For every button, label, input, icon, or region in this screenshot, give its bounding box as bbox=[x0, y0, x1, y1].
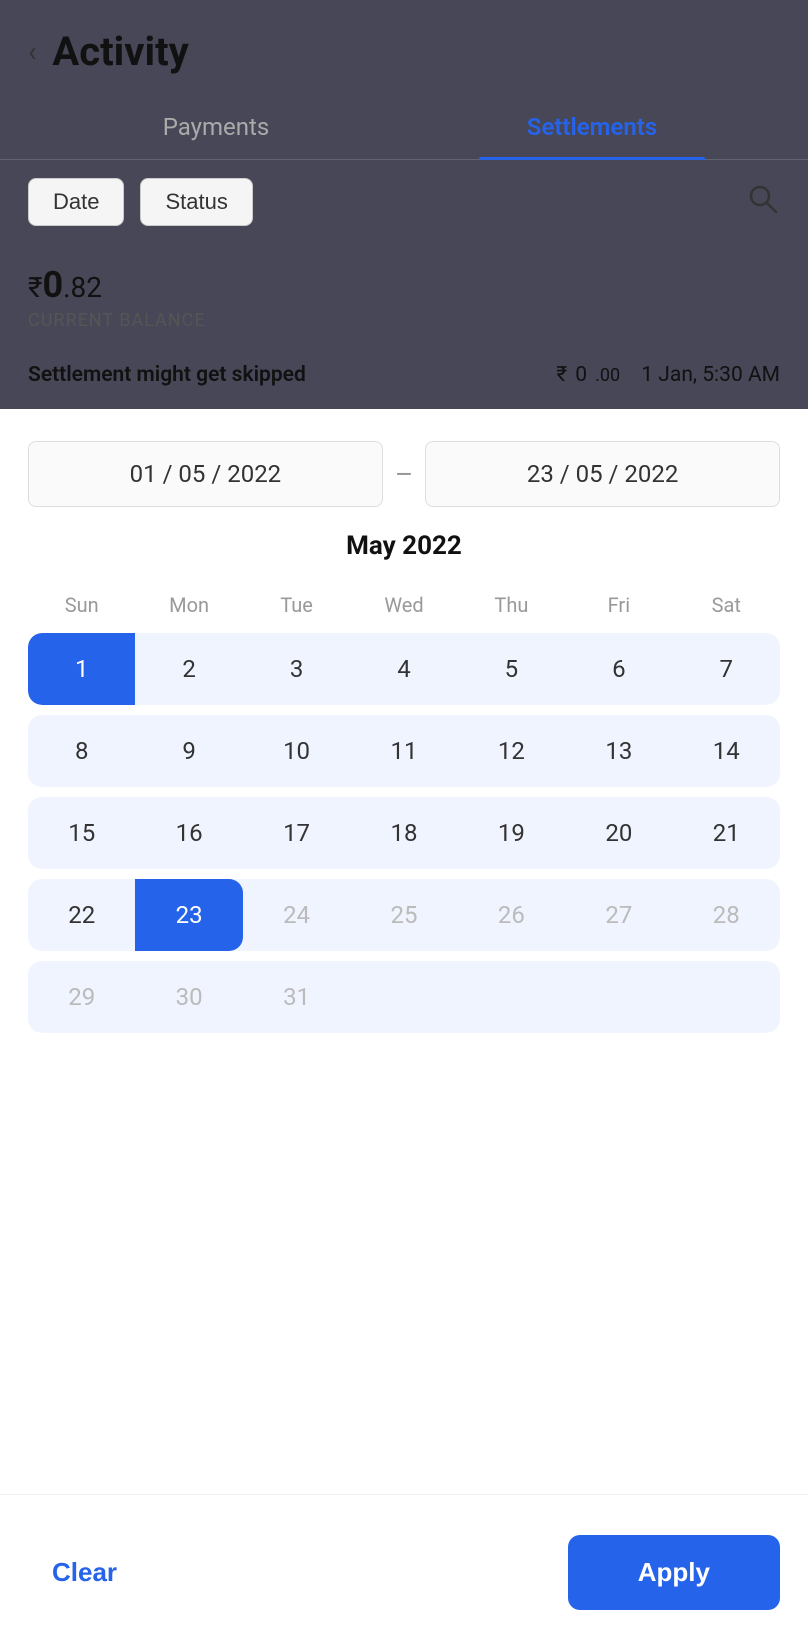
calendar-day-20[interactable]: 20 bbox=[565, 797, 672, 869]
day-header-sat: Sat bbox=[673, 585, 780, 625]
calendar-day-9[interactable]: 9 bbox=[135, 715, 242, 787]
date-separator: – bbox=[395, 458, 413, 491]
calendar-week-4: 22232425262728 bbox=[28, 879, 780, 951]
tab-settlements[interactable]: Settlements bbox=[404, 95, 780, 159]
clear-button[interactable]: Clear bbox=[28, 1541, 141, 1604]
calendar-day-15[interactable]: 15 bbox=[28, 797, 135, 869]
calendar-day-7[interactable]: 7 bbox=[673, 633, 780, 705]
settlement-row: Settlement might get skipped ₹0.00 1 Jan… bbox=[0, 349, 808, 409]
calendar-grid: Sun Mon Tue Wed Thu Fri Sat 123456789101… bbox=[28, 585, 780, 1033]
page-title: Activity bbox=[52, 28, 188, 75]
calendar-day-5[interactable]: 5 bbox=[458, 633, 565, 705]
footer-actions: Clear Apply bbox=[0, 1494, 808, 1642]
calendar-day-26[interactable]: 26 bbox=[458, 879, 565, 951]
calendar-day-28[interactable]: 28 bbox=[673, 879, 780, 951]
settlement-amount: ₹0.00 1 Jan, 5:30 AM bbox=[556, 363, 780, 387]
day-header-mon: Mon bbox=[135, 585, 242, 625]
calendar-day-empty bbox=[458, 961, 565, 1033]
calendar-week-3: 15161718192021 bbox=[28, 797, 780, 869]
day-header-fri: Fri bbox=[565, 585, 672, 625]
balance-amount: ₹0.82 bbox=[28, 264, 780, 306]
calendar-week-2: 891011121314 bbox=[28, 715, 780, 787]
calendar-day-2[interactable]: 2 bbox=[135, 633, 242, 705]
calendar-day-10[interactable]: 10 bbox=[243, 715, 350, 787]
calendar-week-5: 293031 bbox=[28, 961, 780, 1033]
tab-payments[interactable]: Payments bbox=[28, 95, 404, 159]
calendar-day-12[interactable]: 12 bbox=[458, 715, 565, 787]
search-icon[interactable] bbox=[744, 180, 780, 224]
calendar-day-14[interactable]: 14 bbox=[673, 715, 780, 787]
status-filter-button[interactable]: Status bbox=[140, 178, 252, 226]
day-header-thu: Thu bbox=[458, 585, 565, 625]
tab-bar: Payments Settlements bbox=[0, 95, 808, 160]
calendar-day-18[interactable]: 18 bbox=[350, 797, 457, 869]
calendar-day-6[interactable]: 6 bbox=[565, 633, 672, 705]
balance-label: CURRENT BALANCE bbox=[28, 310, 780, 331]
filter-row: Date Status bbox=[0, 160, 808, 244]
calendar-day-1[interactable]: 1 bbox=[28, 633, 135, 705]
calendar-day-4[interactable]: 4 bbox=[350, 633, 457, 705]
calendar-header-row: Sun Mon Tue Wed Thu Fri Sat bbox=[28, 585, 780, 625]
calendar-day-22[interactable]: 22 bbox=[28, 879, 135, 951]
calendar-day-27[interactable]: 27 bbox=[565, 879, 672, 951]
calendar-day-25[interactable]: 25 bbox=[350, 879, 457, 951]
calendar-day-empty bbox=[565, 961, 672, 1033]
calendar-day-21[interactable]: 21 bbox=[673, 797, 780, 869]
currency-symbol: ₹ bbox=[28, 271, 42, 304]
calendar-day-3[interactable]: 3 bbox=[243, 633, 350, 705]
calendar-day-29[interactable]: 29 bbox=[28, 961, 135, 1033]
calendar-day-24[interactable]: 24 bbox=[243, 879, 350, 951]
calendar-section: 01 / 05 / 2022 – 23 / 05 / 2022 May 2022… bbox=[0, 409, 808, 1215]
calendar-day-empty bbox=[350, 961, 457, 1033]
calendar-day-17[interactable]: 17 bbox=[243, 797, 350, 869]
calendar-day-8[interactable]: 8 bbox=[28, 715, 135, 787]
calendar-day-31[interactable]: 31 bbox=[243, 961, 350, 1033]
calendar-day-30[interactable]: 30 bbox=[135, 961, 242, 1033]
end-date-input[interactable]: 23 / 05 / 2022 bbox=[425, 441, 780, 507]
balance-section: ₹0.82 CURRENT BALANCE bbox=[0, 244, 808, 349]
calendar-day-11[interactable]: 11 bbox=[350, 715, 457, 787]
settlement-skip-text: Settlement might get skipped bbox=[28, 363, 306, 387]
day-header-sun: Sun bbox=[28, 585, 135, 625]
calendar-day-13[interactable]: 13 bbox=[565, 715, 672, 787]
calendar-day-empty bbox=[673, 961, 780, 1033]
calendar-day-23[interactable]: 23 bbox=[135, 879, 242, 951]
apply-button[interactable]: Apply bbox=[568, 1535, 780, 1610]
date-filter-button[interactable]: Date bbox=[28, 178, 124, 226]
day-header-tue: Tue bbox=[243, 585, 350, 625]
date-range-row: 01 / 05 / 2022 – 23 / 05 / 2022 bbox=[28, 409, 780, 531]
calendar-month-title: May 2022 bbox=[28, 531, 780, 561]
calendar-day-16[interactable]: 16 bbox=[135, 797, 242, 869]
calendar-day-19[interactable]: 19 bbox=[458, 797, 565, 869]
calendar-week-1: 1234567 bbox=[28, 633, 780, 705]
start-date-input[interactable]: 01 / 05 / 2022 bbox=[28, 441, 383, 507]
back-button[interactable]: ‹ bbox=[28, 35, 36, 68]
day-header-wed: Wed bbox=[350, 585, 457, 625]
